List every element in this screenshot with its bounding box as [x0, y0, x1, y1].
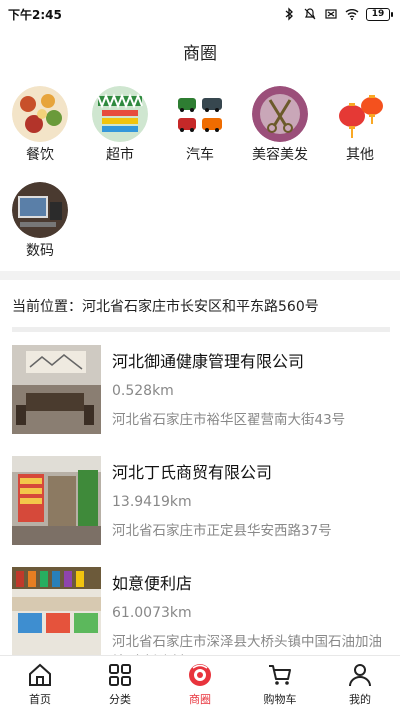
store-thumbnail	[12, 456, 101, 545]
lantern-icon	[332, 86, 388, 142]
store-name: 河北丁氏商贸有限公司	[112, 463, 273, 482]
nav-label: 购物车	[263, 693, 297, 706]
user-icon	[349, 664, 371, 687]
category-label: 餐饮	[26, 147, 54, 163]
food-icon	[12, 86, 68, 142]
category-food[interactable]: 餐饮	[0, 86, 80, 182]
page-title: 商圈	[183, 44, 217, 64]
grid-icon	[109, 664, 131, 686]
status-time: 下午2:45	[8, 7, 62, 22]
category-label: 数码	[26, 243, 54, 259]
battery-icon: 19	[366, 7, 393, 21]
computer-icon	[12, 182, 68, 238]
car-icon	[172, 86, 228, 142]
store-distance: 13.9419km	[112, 494, 192, 510]
nav-business-circle[interactable]: 商圈	[160, 656, 240, 711]
nav-label: 我的	[349, 693, 371, 706]
category-label: 汽车	[186, 147, 214, 163]
store-address: 河北省石家庄市裕华区翟营南大街43号	[112, 412, 346, 428]
nav-category[interactable]: 分类	[80, 656, 160, 711]
nav-label: 首页	[29, 693, 51, 706]
store-thumbnail	[12, 345, 101, 434]
circle-logo-icon	[189, 664, 211, 686]
category-digital[interactable]: 数码	[0, 182, 80, 278]
nav-label: 商圈	[189, 693, 211, 706]
category-beauty[interactable]: 美容美发	[240, 86, 320, 182]
sim-off-icon	[325, 9, 337, 19]
location-divider	[12, 327, 390, 332]
current-location: 当前位置：河北省石家庄市长安区和平东路560号	[12, 299, 319, 315]
category-car[interactable]: 汽车	[160, 86, 240, 182]
store-name: 如意便利店	[112, 574, 193, 593]
category-label: 其他	[346, 147, 374, 163]
category-supermarket[interactable]: 超市	[80, 86, 160, 182]
store-name: 河北御通健康管理有限公司	[112, 352, 305, 371]
category-label: 美容美发	[252, 147, 308, 163]
store-address: 河北省石家庄市正定县华安西路37号	[112, 523, 332, 539]
category-label: 超市	[106, 147, 134, 163]
bottom-nav: 首页 分类 商圈 购物车 我的	[0, 655, 400, 711]
store-list: 河北御通健康管理有限公司 0.528km 河北省石家庄市裕华区翟营南大街43号 …	[0, 345, 400, 678]
supermarket-icon	[92, 86, 148, 142]
nav-label: 分类	[109, 693, 131, 706]
nav-home[interactable]: 首页	[0, 656, 80, 711]
mute-bell-icon	[304, 8, 316, 20]
store-item[interactable]: 河北丁氏商贸有限公司 13.9419km 河北省石家庄市正定县华安西路37号	[0, 456, 400, 567]
status-icons: 19	[282, 7, 393, 21]
bluetooth-icon	[285, 7, 293, 21]
cart-icon	[269, 665, 291, 685]
home-icon	[29, 663, 51, 686]
status-bar: 下午2:45 19	[0, 0, 400, 28]
store-thumbnail	[12, 567, 101, 656]
store-distance: 61.0073km	[112, 605, 192, 621]
store-distance: 0.528km	[112, 383, 174, 399]
scissors-icon	[252, 86, 308, 142]
wifi-icon	[345, 9, 359, 20]
nav-mine[interactable]: 我的	[320, 656, 400, 711]
category-other[interactable]: 其他	[320, 86, 400, 182]
nav-cart[interactable]: 购物车	[240, 656, 320, 711]
category-grid: 餐饮 超市 汽车 美容美发 其他 数码	[0, 86, 400, 278]
store-item[interactable]: 河北御通健康管理有限公司 0.528km 河北省石家庄市裕华区翟营南大街43号	[0, 345, 400, 456]
section-divider	[0, 271, 400, 280]
